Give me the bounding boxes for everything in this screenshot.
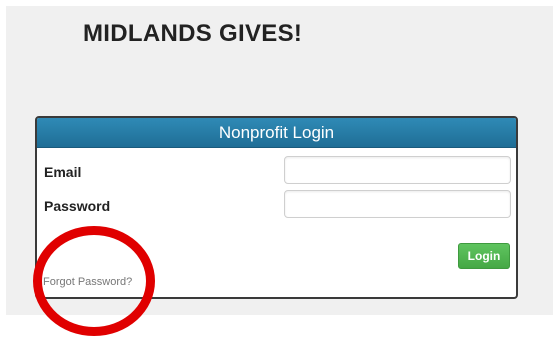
login-panel: Nonprofit Login Email Password Login For…	[35, 116, 518, 299]
email-field[interactable]	[284, 156, 511, 184]
site-title: MIDLANDS GIVES!	[83, 20, 303, 47]
password-field[interactable]	[284, 190, 511, 218]
panel-title: Nonprofit Login	[37, 118, 516, 148]
password-label: Password	[44, 198, 111, 214]
forgot-password-link[interactable]: Forgot Password?	[43, 276, 132, 288]
email-label: Email	[44, 164, 82, 180]
login-button[interactable]: Login	[458, 243, 510, 269]
